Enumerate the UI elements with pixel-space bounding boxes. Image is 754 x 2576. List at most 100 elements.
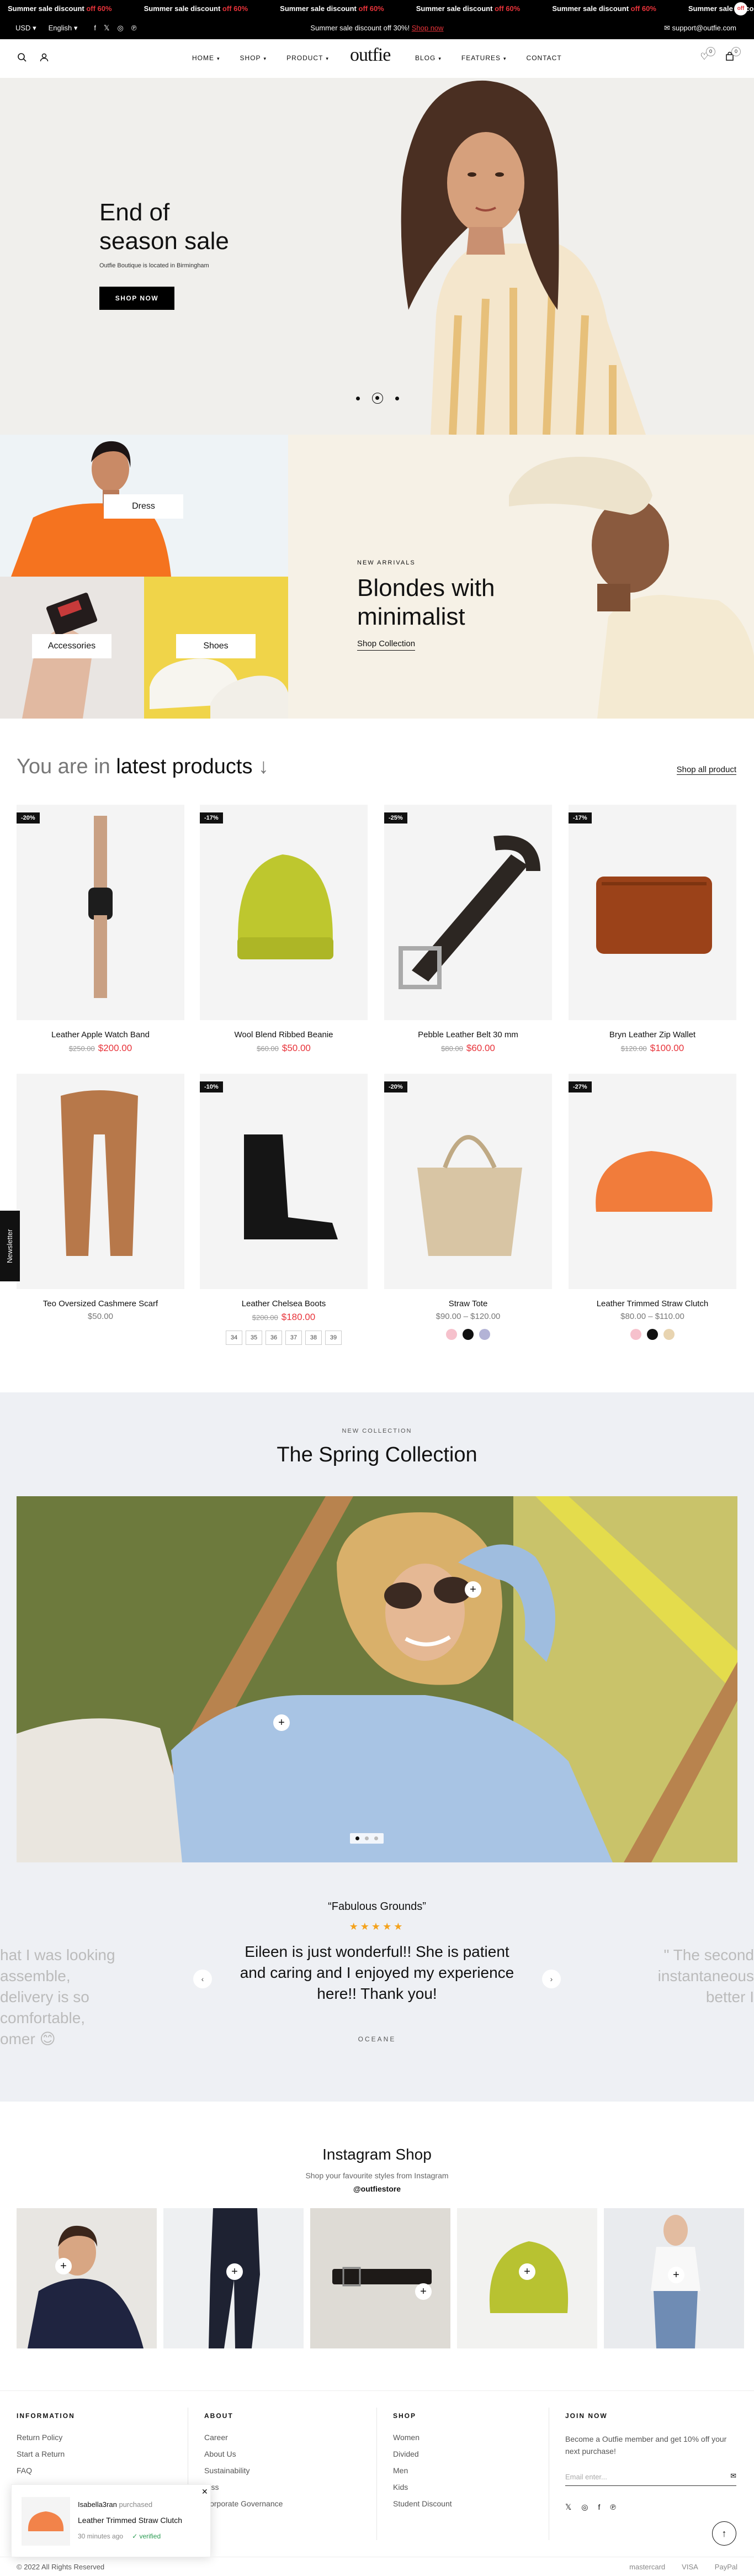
footer-link[interactable]: Divided — [393, 2450, 452, 2458]
nav-item-features[interactable]: FEATURES ▾ — [461, 54, 507, 62]
footer-link[interactable]: Career — [204, 2433, 283, 2442]
nav-item-blog[interactable]: BLOG ▾ — [415, 54, 442, 62]
size-option[interactable]: 34 — [226, 1331, 242, 1345]
instagram-post-5[interactable]: + — [604, 2208, 744, 2348]
hero-dot-2[interactable] — [372, 393, 383, 404]
nav-item-shop[interactable]: SHOP ▾ — [240, 54, 267, 62]
color-swatch[interactable] — [647, 1329, 658, 1340]
close-icon[interactable]: ✕ — [201, 2487, 208, 2496]
wishlist-icon[interactable]: ♡ 0 — [699, 47, 715, 62]
cart-icon[interactable]: 0 — [724, 47, 741, 62]
product-image[interactable]: -20% — [384, 1074, 552, 1289]
search-icon[interactable] — [17, 52, 28, 64]
facebook-icon[interactable]: f — [598, 2503, 601, 2512]
size-option[interactable]: 35 — [246, 1331, 262, 1345]
hero-dot-3[interactable] — [395, 396, 399, 400]
instagram-hotspot-3[interactable]: + — [415, 2283, 432, 2300]
footer-link[interactable]: Start a Return — [17, 2450, 75, 2458]
footer-link[interactable]: Women — [393, 2433, 452, 2442]
product-name[interactable]: Leather Apple Watch Band — [17, 1030, 184, 1039]
blondes-banner[interactable]: NEW ARRIVALS Blondes with minimalist Sho… — [288, 435, 754, 719]
product-card[interactable]: -20% Straw Tote $90.00 – $120.00 — [384, 1074, 552, 1340]
instagram-hotspot-4[interactable]: + — [519, 2263, 535, 2280]
color-swatch[interactable] — [630, 1329, 641, 1340]
lookbook-dot-1[interactable] — [355, 1836, 359, 1840]
promo-shop-now-link[interactable]: Shop now — [412, 24, 444, 32]
hero-dot-1[interactable] — [356, 396, 360, 400]
instagram-icon[interactable]: ◎ — [581, 2503, 588, 2512]
accessories-tile[interactable]: Accessories — [0, 577, 144, 719]
dress-tile[interactable]: Dress — [0, 435, 288, 577]
send-icon[interactable]: ✉ — [730, 2472, 736, 2480]
footer-link[interactable]: Return Policy — [17, 2433, 75, 2442]
instagram-hotspot-2[interactable]: + — [226, 2263, 243, 2280]
testimonial-next-button[interactable]: › — [542, 1970, 561, 1988]
shop-collection-link[interactable]: Shop Collection — [357, 639, 416, 651]
size-option[interactable]: 37 — [285, 1331, 302, 1345]
product-card[interactable]: -27% Leather Trimmed Straw Clutch $80.00 –… — [569, 1074, 736, 1340]
size-option[interactable]: 38 — [305, 1331, 322, 1345]
nav-item-home[interactable]: HOME ▾ — [192, 54, 220, 62]
footer-link[interactable]: FAQ — [17, 2466, 75, 2475]
size-option[interactable]: 36 — [266, 1331, 282, 1345]
color-swatch[interactable] — [479, 1329, 490, 1340]
shoes-tile[interactable]: Shoes — [144, 577, 288, 719]
accessories-label[interactable]: Accessories — [32, 634, 111, 658]
toast-product[interactable]: Leather Trimmed Straw Clutch — [78, 2516, 182, 2525]
lookbook-dot-3[interactable] — [374, 1836, 378, 1840]
twitter-icon[interactable]: 𝕏 — [565, 2503, 571, 2512]
color-swatch[interactable] — [446, 1329, 457, 1340]
footer-link[interactable]: About Us — [204, 2450, 283, 2458]
back-to-top-button[interactable]: ↑ — [712, 2521, 736, 2546]
pinterest-icon[interactable]: ℗ — [610, 2503, 615, 2512]
footer-link[interactable]: Sustainability — [204, 2466, 283, 2475]
product-image[interactable]: -20% — [17, 805, 184, 1020]
instagram-hotspot-5[interactable]: + — [668, 2267, 684, 2283]
product-name[interactable]: Bryn Leather Zip Wallet — [569, 1030, 736, 1039]
instagram-post-3[interactable]: + — [310, 2208, 450, 2348]
product-image[interactable]: -27% — [569, 1074, 736, 1289]
product-card[interactable]: Teo Oversized Cashmere Scarf $50.00 — [17, 1074, 184, 1321]
newsletter-email-input[interactable]: ✉ Email enter... — [565, 2472, 736, 2486]
support-email[interactable]: ✉ support@outfie.com — [664, 24, 736, 33]
instagram-handle[interactable]: @outfiestore — [0, 2184, 754, 2193]
product-card[interactable]: -17% Bryn Leather Zip Wallet $120.00 $100.0… — [569, 805, 736, 1054]
instagram-post-2[interactable]: + — [163, 2208, 304, 2348]
shop-now-button[interactable]: SHOP NOW — [99, 287, 174, 310]
size-option[interactable]: 39 — [325, 1331, 342, 1345]
newsletter-tab[interactable]: Newsletter — [0, 1211, 20, 1281]
product-image[interactable] — [17, 1074, 184, 1289]
product-image[interactable]: -17% — [200, 805, 368, 1020]
product-name[interactable]: Pebble Leather Belt 30 mm — [384, 1030, 552, 1039]
product-name[interactable]: Leather Chelsea Boots — [200, 1299, 368, 1308]
site-logo[interactable]: outfie — [350, 45, 391, 66]
footer-link[interactable]: Student Discount — [393, 2499, 452, 2508]
product-image[interactable]: -25% — [384, 805, 552, 1020]
footer-link[interactable]: Men — [393, 2466, 452, 2475]
instagram-post-1[interactable]: + — [17, 2208, 157, 2348]
color-swatch[interactable] — [463, 1329, 474, 1340]
lookbook-dot-2[interactable] — [365, 1836, 369, 1840]
product-image[interactable]: -17% — [569, 805, 736, 1020]
product-card[interactable]: -25% Pebble Leather Belt 30 mm $80.00 $60.0… — [384, 805, 552, 1054]
footer-link[interactable]: Kids — [393, 2483, 452, 2491]
color-swatch[interactable] — [663, 1329, 675, 1340]
product-image[interactable]: -10% — [200, 1074, 368, 1289]
testimonial-prev-button[interactable]: ‹ — [193, 1970, 212, 1988]
product-hotspot-2[interactable]: + — [273, 1714, 290, 1731]
footer-link[interactable]: ress — [204, 2483, 283, 2491]
nav-item-contact[interactable]: CONTACT — [527, 54, 562, 62]
product-card[interactable]: -20% Leather Apple Watch Band $250.00 $200.… — [17, 805, 184, 1054]
product-name[interactable]: Straw Tote — [384, 1299, 552, 1308]
dress-label[interactable]: Dress — [104, 494, 183, 519]
account-icon[interactable] — [39, 52, 50, 64]
instagram-hotspot-1[interactable]: + — [55, 2258, 72, 2274]
product-card[interactable]: -10% Leather Chelsea Boots $200.00 $180.00 3… — [200, 1074, 368, 1345]
product-name[interactable]: Wool Blend Ribbed Beanie — [200, 1030, 368, 1039]
nav-item-product[interactable]: PRODUCT ▾ — [286, 54, 329, 62]
product-name[interactable]: Teo Oversized Cashmere Scarf — [17, 1299, 184, 1308]
footer-link[interactable]: Corporate Governance — [204, 2499, 283, 2508]
product-name[interactable]: Leather Trimmed Straw Clutch — [569, 1299, 736, 1308]
product-card[interactable]: -17% Wool Blend Ribbed Beanie $60.00 $50.00 — [200, 805, 368, 1054]
shop-all-product-link[interactable]: Shop all product — [676, 765, 736, 775]
